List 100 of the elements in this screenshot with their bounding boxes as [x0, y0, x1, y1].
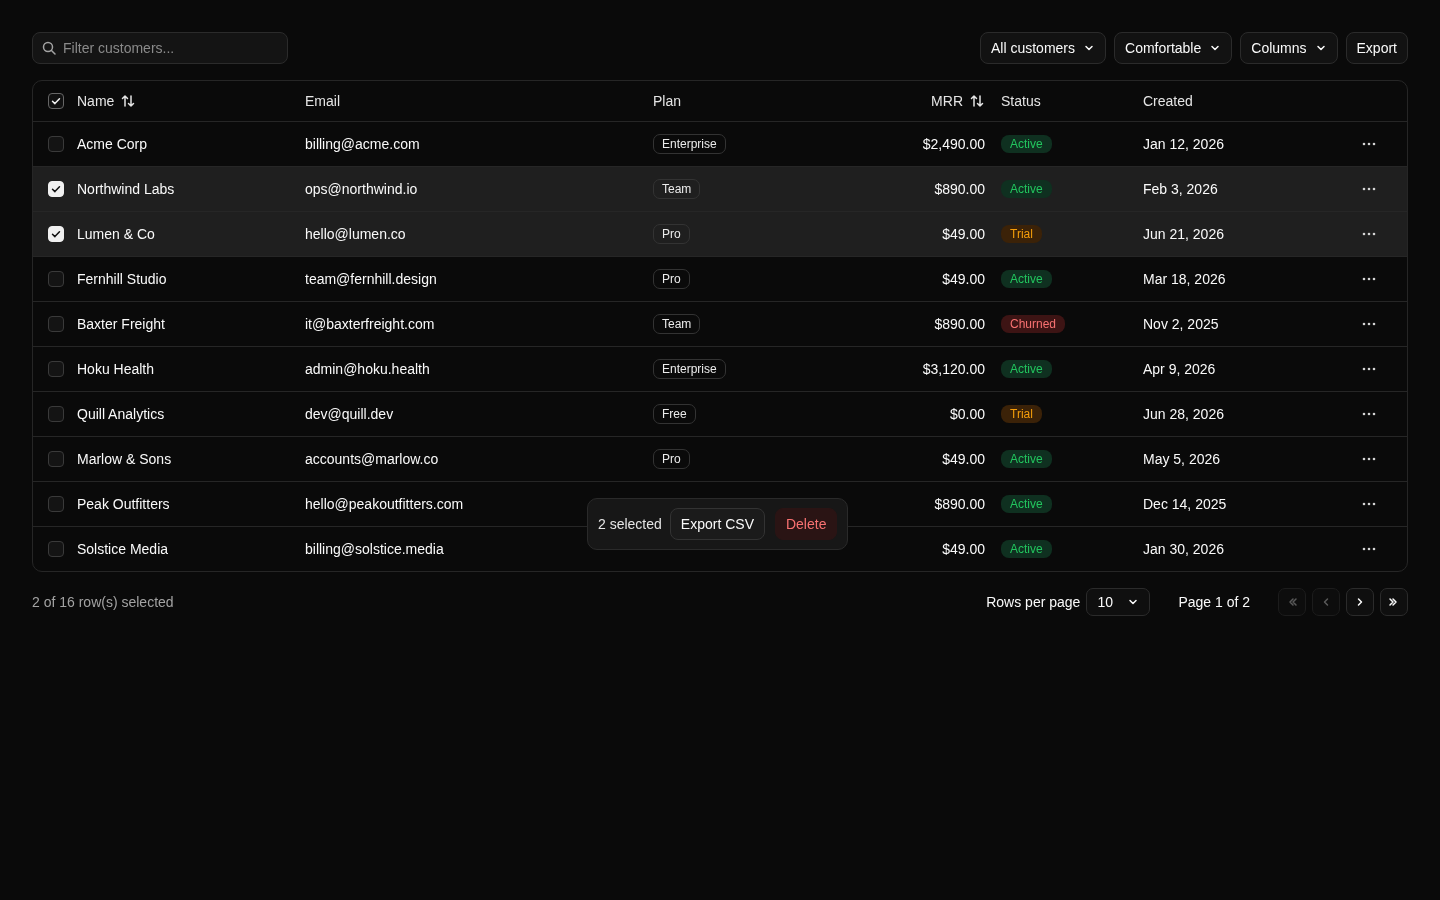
plan-badge: Free	[653, 404, 696, 424]
checkbox[interactable]	[48, 451, 64, 467]
export-button[interactable]: Export	[1345, 32, 1408, 64]
dropdown-button[interactable]: All customers	[980, 32, 1106, 64]
email-text: accounts@marlow.co	[305, 451, 439, 467]
page-button[interactable]	[1380, 588, 1408, 616]
status-badge: Active	[1001, 540, 1052, 558]
table-row[interactable]: Baxter Freight it@baxterfreight.com Team $890.00 Churned Nov 2, 2025	[33, 301, 1407, 346]
email-text: billing@solstice.media	[305, 541, 444, 557]
plan-badge: Pro	[653, 269, 690, 289]
email-text: billing@acme.com	[305, 136, 420, 152]
email-text: it@baxterfreight.com	[305, 316, 435, 332]
check-icon	[50, 95, 62, 107]
customer-name: Solstice Media	[77, 541, 169, 557]
created-date: Jan 30, 2026	[1143, 541, 1224, 557]
dropdown-button[interactable]: Comfortable	[1114, 32, 1233, 64]
search-field[interactable]: Filter customers...	[32, 32, 288, 64]
ellipsis-icon	[1362, 277, 1376, 281]
dropdown-button[interactable]: Columns	[1240, 32, 1338, 64]
ellipsis-icon	[1362, 187, 1376, 191]
checkbox[interactable]	[48, 136, 64, 152]
checkbox[interactable]	[48, 316, 64, 332]
checkbox[interactable]	[48, 496, 64, 512]
customer-name: Acme Corp	[77, 136, 148, 152]
status-badge: Active	[1001, 450, 1052, 468]
customer-name: Hoku Health	[77, 361, 155, 377]
status-badge: Trial	[1001, 225, 1042, 243]
ellipsis-icon	[1362, 367, 1376, 371]
delete-button[interactable]: Delete	[774, 508, 838, 540]
status-badge: Churned	[1001, 315, 1066, 333]
customer-name: Baxter Freight	[77, 316, 165, 332]
created-date: May 5, 2026	[1143, 451, 1221, 467]
selection-summary: 2 of 16 row(s) selected	[32, 594, 174, 610]
mrr-amount: $3,120.00	[922, 361, 985, 377]
ellipsis-icon	[1362, 232, 1376, 236]
mrr-amount: $0.00	[949, 406, 985, 422]
column-header: Plan	[653, 93, 682, 109]
mrr-amount: $890.00	[934, 496, 985, 512]
customer-name: Quill Analytics	[77, 406, 165, 422]
ellipsis-icon	[1362, 412, 1376, 416]
created-date: Apr 9, 2026	[1143, 361, 1216, 377]
table-row[interactable]: Northwind Labs ops@northwind.io Team $890.00 Active Feb 3, 2026	[33, 166, 1407, 211]
plan-badge: Enterprise	[653, 134, 726, 154]
mrr-amount: $49.00	[942, 541, 985, 557]
status-badge: Active	[1001, 270, 1052, 288]
plan-badge: Team	[653, 314, 701, 334]
mrr-amount: $49.00	[942, 451, 985, 467]
sort-icon	[120, 93, 137, 109]
created-date: Nov 2, 2025	[1143, 316, 1219, 332]
checkbox[interactable]	[48, 541, 64, 557]
plan-badge: Enterprise	[653, 359, 726, 379]
mrr-amount: $49.00	[942, 271, 985, 287]
checkbox[interactable]	[48, 93, 64, 109]
checkbox[interactable]	[48, 271, 64, 287]
created-date: Jun 28, 2026	[1143, 406, 1224, 422]
customer-name: Peak Outfitters	[77, 496, 170, 512]
table-row[interactable]: Marlow & Sons accounts@marlow.co Pro $49.00 Active May 5, 2026	[33, 436, 1407, 481]
last-page-icon	[1388, 596, 1400, 608]
ellipsis-icon	[1362, 547, 1376, 551]
status-badge: Active	[1001, 360, 1052, 378]
plan-badge: Team	[653, 179, 701, 199]
created-date: Feb 3, 2026	[1143, 181, 1218, 197]
table-row[interactable]: Fernhill Studio team@fernhill.design Pro $49.00 Active Mar 18, 2026	[33, 256, 1407, 301]
status-badge: Trial	[1001, 405, 1042, 423]
sort-icon	[969, 93, 985, 109]
plan-badge: Pro	[653, 224, 690, 244]
action-button[interactable]: Export CSV	[669, 508, 765, 540]
ellipsis-icon	[1362, 457, 1376, 461]
mrr-amount: $2,490.00	[922, 136, 985, 152]
checkbox[interactable]	[48, 361, 64, 377]
email-text: dev@quill.dev	[305, 406, 394, 422]
email-text: ops@northwind.io	[305, 181, 418, 197]
ellipsis-icon	[1362, 322, 1376, 326]
ellipsis-icon	[1362, 502, 1376, 506]
ellipsis-icon	[1362, 142, 1376, 146]
mrr-amount: $890.00	[934, 316, 985, 332]
created-date: Jun 21, 2026	[1143, 226, 1224, 242]
created-date: Mar 18, 2026	[1143, 271, 1226, 287]
table-row[interactable]: Hoku Health admin@hoku.health Enterprise $3,120.00 Active Apr 9, 2026	[33, 346, 1407, 391]
status-badge: Active	[1001, 135, 1052, 153]
created-date: Dec 14, 2025	[1143, 496, 1227, 512]
page-indicator: Page 1 of 2	[1178, 594, 1250, 610]
email-text: hello@peakoutfitters.com	[305, 496, 464, 512]
sortable-header[interactable]: MRR	[931, 93, 985, 109]
table-row[interactable]: Quill Analytics dev@quill.dev Free $0.00 Trial Jun 28, 2026	[33, 391, 1407, 436]
first-page-icon	[1286, 596, 1298, 608]
checkbox[interactable]	[48, 406, 64, 422]
sortable-header[interactable]: Name	[77, 93, 137, 109]
table-row[interactable]: Lumen & Co hello@lumen.co Pro $49.00 Trial Jun 21, 2026	[33, 211, 1407, 256]
check-icon	[50, 183, 62, 195]
status-badge: Active	[1001, 495, 1052, 513]
rows-per-page-select[interactable]: 10	[1086, 588, 1151, 616]
mrr-amount: $49.00	[942, 226, 985, 242]
mrr-amount: $890.00	[934, 181, 985, 197]
status-badge: Active	[1001, 180, 1052, 198]
customer-name: Northwind Labs	[77, 181, 175, 197]
rows-per-page-label: Rows per page	[986, 594, 1081, 610]
search-icon	[42, 41, 56, 55]
created-date: Jan 12, 2026	[1143, 136, 1224, 152]
email-text: team@fernhill.design	[305, 271, 437, 287]
